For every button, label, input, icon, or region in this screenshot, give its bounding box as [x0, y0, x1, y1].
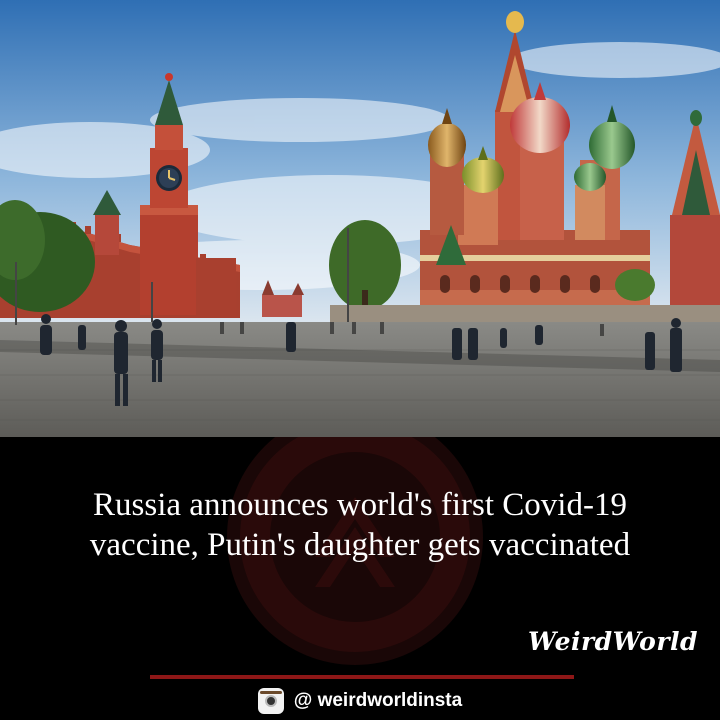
headline-line-2: vaccine, Putin's daughter gets vaccinate… [89, 527, 631, 563]
caption-panel: Russia announces world's first Covid-19 … [0, 437, 720, 720]
headline: Russia announces world's first Covid-19 … [0, 485, 720, 565]
headline-line-1: Russia announces world's first Covid-19 [93, 487, 627, 523]
social-post: Russia announces world's first Covid-19 … [0, 0, 720, 720]
red-square-photo [0, 0, 720, 437]
footer-handle-row[interactable]: @ weirdworldinsta [0, 687, 720, 715]
brand-signature: WeirdWorld [528, 627, 698, 656]
instagram-icon [257, 688, 284, 714]
instagram-handle[interactable]: @ weirdworldinsta [294, 690, 462, 712]
accent-divider [150, 675, 574, 679]
